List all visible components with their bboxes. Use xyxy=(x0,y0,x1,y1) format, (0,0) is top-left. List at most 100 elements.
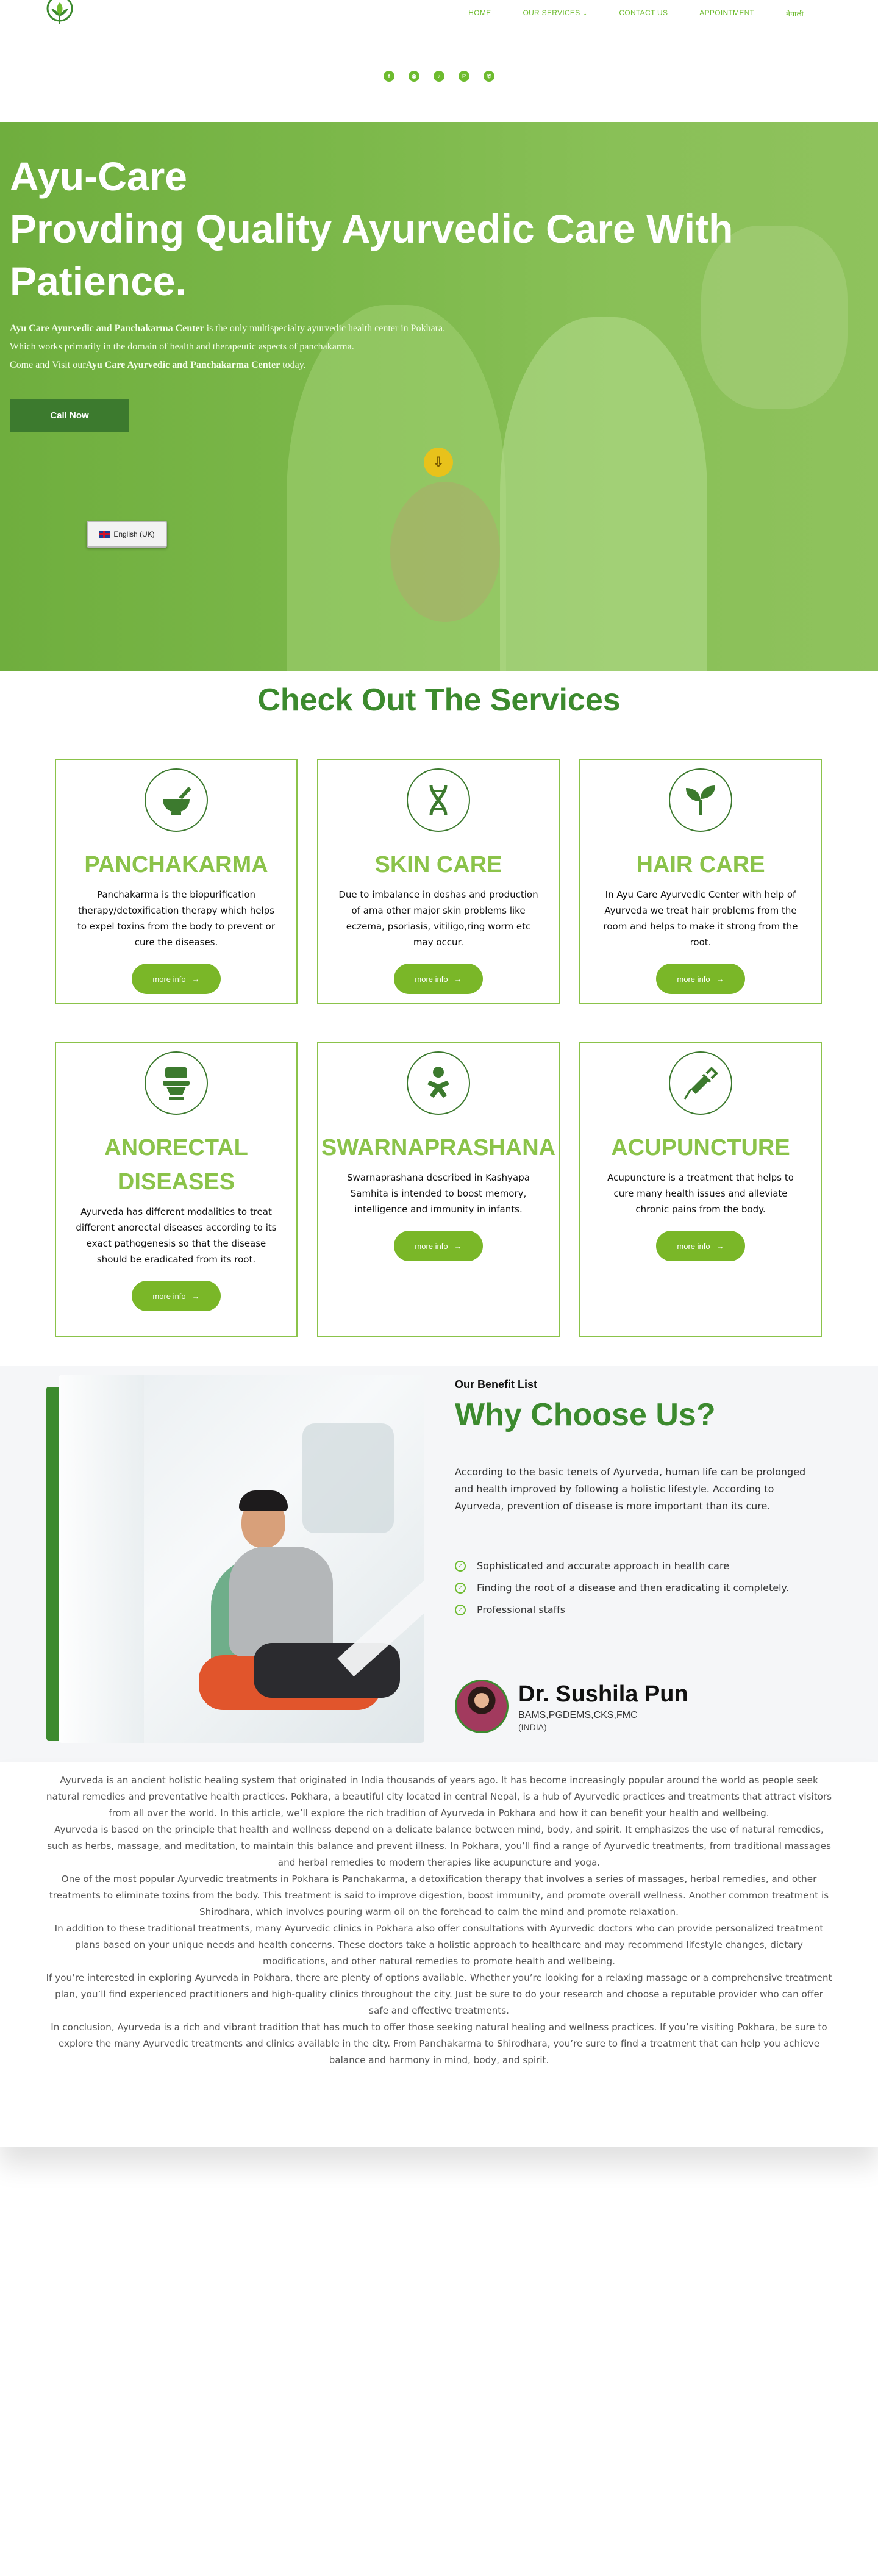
chevron-down-icon: ⌄ xyxy=(582,10,588,16)
card-text: Swarnaprashana described in Kashyapa Sam… xyxy=(347,1172,530,1215)
photo-light-panel xyxy=(59,1375,144,1743)
more-info-label: more info xyxy=(415,974,448,984)
card-title: SWARNAPRASHANA xyxy=(321,1135,556,1161)
article-body: Ayurveda is an ancient holistic healing … xyxy=(45,1772,833,2069)
doctor-info: Dr. Sushila Pun BAMS,PGDEMS,CKS,FMC (IND… xyxy=(518,1681,688,1732)
more-info-button[interactable]: more info → xyxy=(394,1231,483,1261)
article-paragraph: Ayurveda is an ancient holistic healing … xyxy=(46,1775,832,1819)
language-label: English (UK) xyxy=(113,530,155,538)
dental-patient-photo xyxy=(59,1375,424,1743)
article-paragraph: One of the most popular Ayurvedic treatm… xyxy=(49,1873,829,1917)
scroll-down-icon[interactable]: ⇩ xyxy=(424,448,453,477)
hero-background-patient xyxy=(390,482,500,622)
card-text: Due to imbalance in doshas and productio… xyxy=(338,889,538,948)
service-card-acupuncture: ACUPUNCTURE Acupuncture is a treatment t… xyxy=(579,1042,822,1337)
photo-man-body xyxy=(229,1547,333,1656)
seedling-icon xyxy=(669,768,732,832)
list-item: ✓ Professional staffs xyxy=(455,1601,796,1619)
mortar-pestle-icon xyxy=(145,768,208,832)
facebook-icon[interactable]: f xyxy=(384,71,394,82)
call-now-button[interactable]: Call Now xyxy=(10,399,129,432)
doctor-credentials: BAMS,PGDEMS,CKS,FMC xyxy=(518,1709,638,1720)
doctor-name: Dr. Sushila Pun xyxy=(518,1681,688,1707)
instagram-icon[interactable]: ◉ xyxy=(409,71,419,82)
card-title: SKIN CARE xyxy=(374,852,502,878)
doctor-country: (INDIA) xyxy=(518,1722,547,1732)
avatar xyxy=(455,1680,509,1733)
nav-language-nepali[interactable]: नेपाली xyxy=(770,9,819,19)
why-title: Why Choose Us? xyxy=(455,1397,716,1433)
more-info-button[interactable]: more info → xyxy=(132,964,221,994)
nav-appointment[interactable]: APPOINTMENT xyxy=(683,9,770,19)
list-item-text: Professional staffs xyxy=(477,1604,566,1615)
service-card-skin-care: SKIN CARE Due to imbalance in doshas and… xyxy=(317,759,560,1004)
hero-desc-line1-rest: is the only multispecialty ayurvedic hea… xyxy=(204,323,446,334)
more-info-label: more info xyxy=(677,1241,710,1251)
arrow-right-icon: → xyxy=(454,974,462,984)
doctor-profile: Dr. Sushila Pun BAMS,PGDEMS,CKS,FMC (IND… xyxy=(455,1680,688,1733)
article-paragraph: If you’re interested in exploring Ayurve… xyxy=(46,1972,832,2016)
photo-man-hair xyxy=(239,1490,288,1511)
tiktok-icon[interactable]: ♪ xyxy=(434,71,444,82)
card-text: Ayurveda has different modalities to tre… xyxy=(76,1206,277,1265)
more-info-button[interactable]: more info → xyxy=(394,964,483,994)
article-paragraph: In addition to these traditional treatme… xyxy=(54,1923,824,1967)
main-nav: HOME OUR SERVICES ⌄ CONTACT US APPOINTMEN… xyxy=(452,9,819,19)
dna-icon xyxy=(407,768,470,832)
hero-section: Ayu-Care Provding Quality Ayurvedic Care… xyxy=(0,122,878,671)
more-info-label: more info xyxy=(152,974,186,984)
article-section: Ayurveda is an ancient holistic healing … xyxy=(0,1762,878,2147)
whatsapp-icon[interactable]: ✆ xyxy=(484,71,494,82)
check-circle-icon: ✓ xyxy=(455,1583,466,1594)
arrow-right-icon: → xyxy=(716,974,724,984)
card-title: HAIR CARE xyxy=(636,852,765,878)
arrow-right-icon: → xyxy=(454,1241,462,1251)
hero-desc-line3: Come and Visit ourAyu Care Ayurvedic and… xyxy=(10,356,445,374)
nav-our-services-label: OUR SERVICES xyxy=(523,9,580,17)
hero-background-figure xyxy=(500,317,707,671)
center-name: Ayu Care Ayurvedic and Panchakarma Cente… xyxy=(85,360,280,370)
arrow-right-icon: → xyxy=(716,1241,724,1251)
why-description: According to the basic tenets of Ayurved… xyxy=(455,1466,806,1512)
more-info-button[interactable]: more info → xyxy=(132,1281,221,1311)
article-paragraph: Ayurveda is based on the principle that … xyxy=(47,1824,831,1868)
more-info-label: more info xyxy=(152,1291,186,1301)
pinterest-icon[interactable]: P xyxy=(459,71,469,82)
nav-contact-us[interactable]: CONTACT US xyxy=(603,9,683,19)
card-title: ACUPUNCTURE xyxy=(611,1135,790,1161)
baby-icon xyxy=(407,1051,470,1115)
list-item: ✓ Sophisticated and accurate approach in … xyxy=(455,1558,796,1575)
hero-title-line3: Patience. xyxy=(10,259,187,304)
list-item-text: Finding the root of a disease and then e… xyxy=(477,1582,789,1594)
card-text: Acupuncture is a treatment that helps to… xyxy=(607,1172,794,1215)
hero-desc-line1: Ayu Care Ayurvedic and Panchakarma Cente… xyxy=(10,320,445,338)
syringe-icon xyxy=(669,1051,732,1115)
nav-home[interactable]: HOME xyxy=(452,9,507,19)
article-paragraph: In conclusion, Ayurveda is a rich and vi… xyxy=(51,2022,827,2066)
hero-desc-line3-pre: Come and Visit our xyxy=(10,360,86,370)
hero-desc-line2: Which works primarily in the domain of h… xyxy=(10,342,354,352)
language-selector[interactable]: English (UK) xyxy=(87,521,167,548)
service-card-hair-care: HAIR CARE In Ayu Care Ayurvedic Center w… xyxy=(579,759,822,1004)
service-card-anorectal-diseases: ANORECTAL DISEASES Ayurveda has differen… xyxy=(55,1042,298,1337)
arrow-right-icon: → xyxy=(191,1291,200,1301)
uk-flag-icon xyxy=(99,531,110,538)
list-item-text: Sophisticated and accurate approach in h… xyxy=(477,1560,730,1572)
toilet-icon xyxy=(145,1051,208,1115)
photo-equipment xyxy=(302,1423,394,1533)
site-header: HOME OUR SERVICES ⌄ CONTACT US APPOINTMEN… xyxy=(0,0,878,82)
center-name: Ayu Care Ayurvedic and Panchakarma Cente… xyxy=(10,323,204,334)
list-item: ✓ Finding the root of a disease and then … xyxy=(455,1580,796,1597)
more-info-button[interactable]: more info → xyxy=(656,1231,745,1261)
check-circle-icon: ✓ xyxy=(455,1561,466,1572)
logo-icon[interactable] xyxy=(43,0,77,27)
hero-title-line2: Provding Quality Ayurvedic Care With xyxy=(10,206,733,251)
services-title: Check Out The Services xyxy=(257,682,621,718)
nav-our-services[interactable]: OUR SERVICES ⌄ xyxy=(507,9,603,19)
hero-title: Ayu-Care Provding Quality Ayurvedic Care… xyxy=(10,150,733,307)
social-links: f ◉ ♪ P ✆ xyxy=(0,71,878,82)
more-info-label: more info xyxy=(677,974,710,984)
card-text: In Ayu Care Ayurvedic Center with help o… xyxy=(603,889,798,948)
more-info-button[interactable]: more info → xyxy=(656,964,745,994)
hero-desc-line3-post: today. xyxy=(280,360,306,370)
